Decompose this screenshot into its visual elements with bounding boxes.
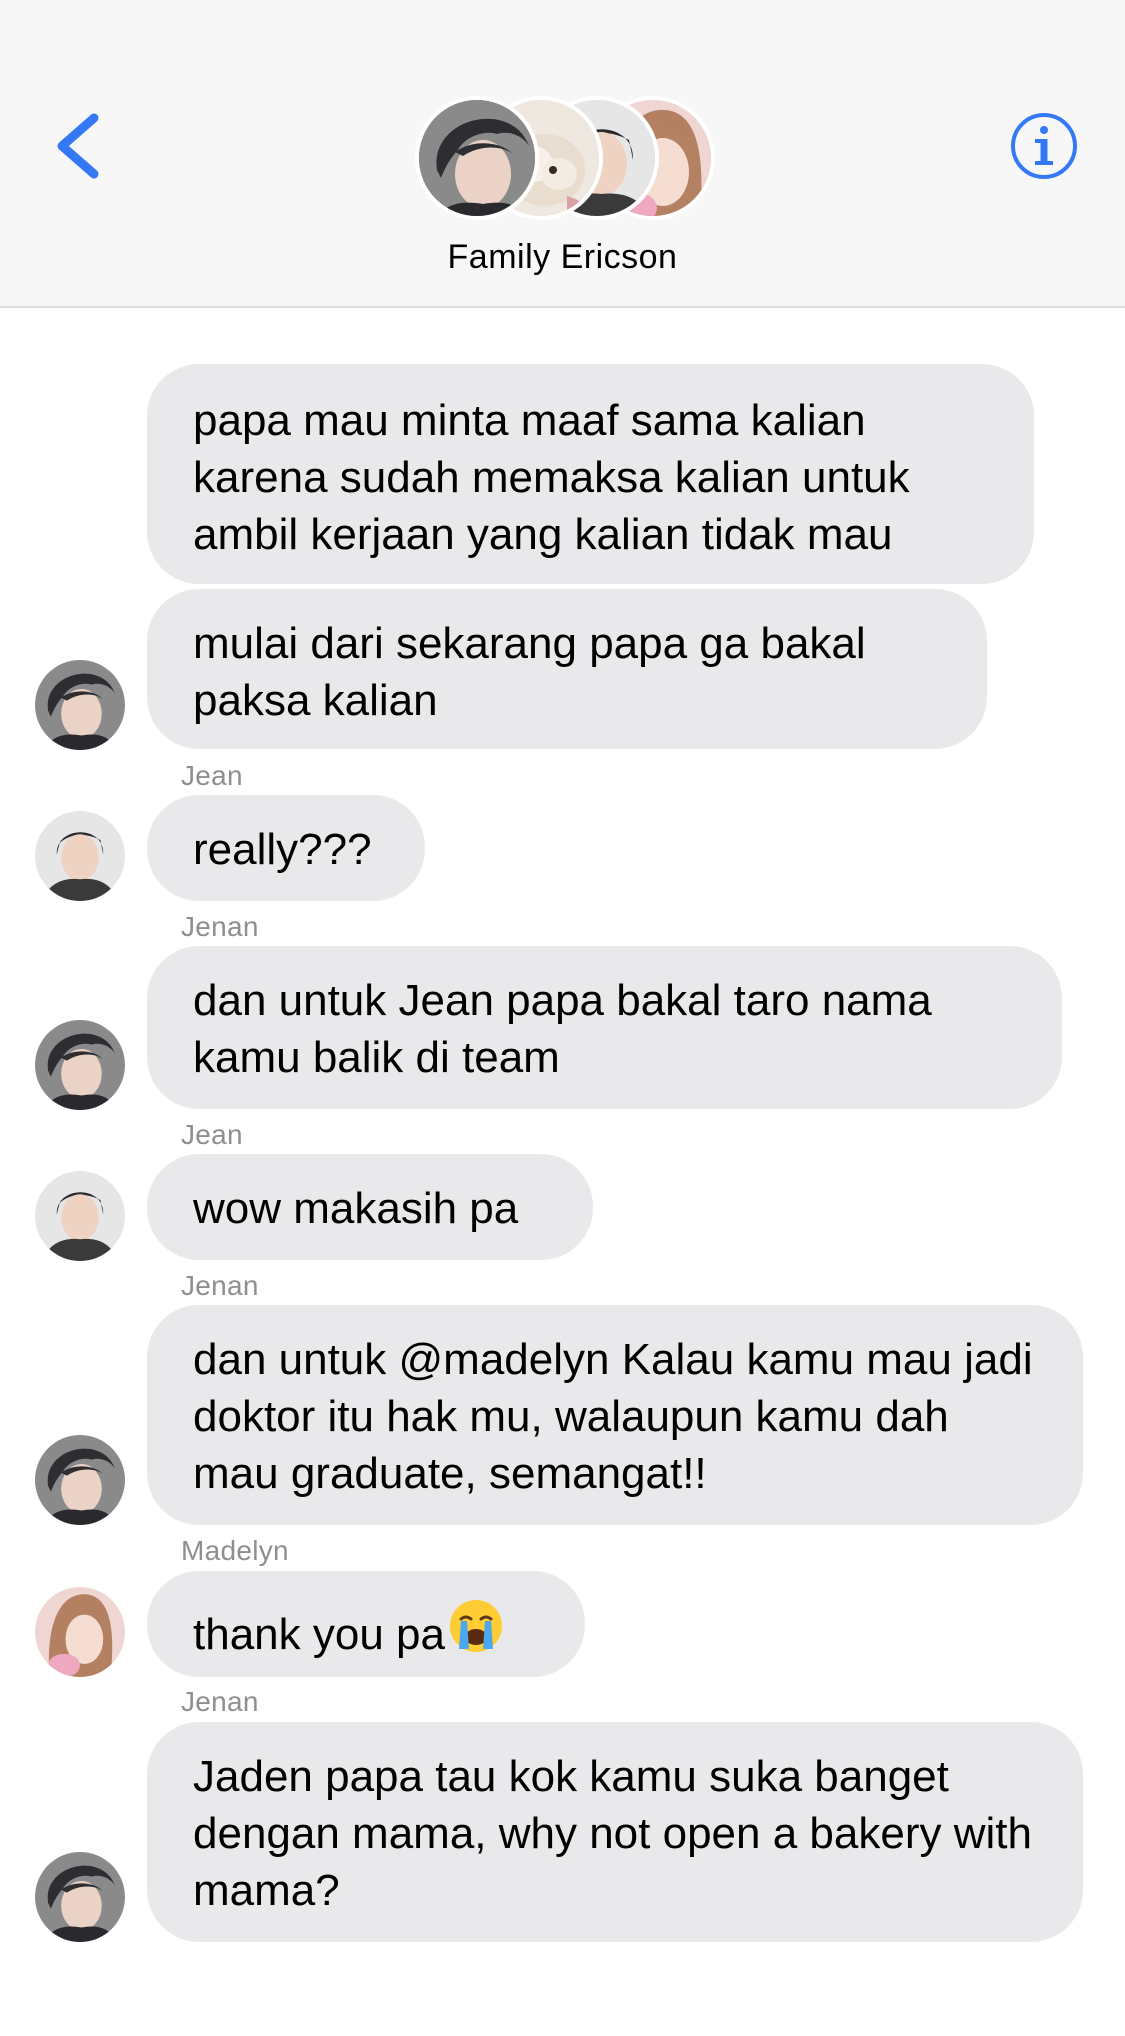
sender-label: Jenan — [181, 1270, 259, 1301]
member-avatar-papa — [415, 96, 539, 220]
back-button[interactable] — [44, 106, 114, 186]
message-bubble[interactable]: wow makasih pa — [147, 1154, 593, 1260]
info-circle-icon — [1011, 113, 1077, 179]
info-button[interactable] — [1008, 110, 1080, 182]
loudly-crying-face-emoji — [447, 1597, 505, 1655]
message-text: thank you pa — [193, 1610, 445, 1659]
avatar-papa[interactable] — [35, 1852, 125, 1942]
message-bubble[interactable]: dan untuk Jean papa bakal taro nama kamu… — [147, 946, 1062, 1109]
avatar-jean[interactable] — [35, 811, 125, 901]
group-title[interactable]: Family Ericson — [0, 238, 1125, 277]
message-bubble[interactable]: thank you pa — [147, 1571, 585, 1677]
group-avatar-stack[interactable] — [415, 96, 715, 226]
avatar-papa[interactable] — [35, 1020, 125, 1110]
sender-label: Jean — [181, 1119, 243, 1150]
chevron-left-icon — [57, 113, 99, 179]
sender-label: Jean — [181, 760, 243, 791]
message-bubble[interactable]: mulai dari sekarang papa ga bakal paksa … — [147, 589, 987, 749]
conversation-header: Family Ericson — [0, 0, 1125, 308]
avatar-papa[interactable] — [35, 660, 125, 750]
sender-label: Jenan — [181, 1686, 259, 1717]
avatar-papa[interactable] — [35, 1435, 125, 1525]
message-bubble[interactable]: dan untuk @madelyn Kalau kamu mau jadi d… — [147, 1305, 1083, 1525]
avatar-jean[interactable] — [35, 1171, 125, 1261]
sender-label: Madelyn — [181, 1535, 289, 1566]
message-bubble[interactable]: really??? — [147, 795, 425, 901]
sender-label: Jenan — [181, 911, 259, 942]
avatar-madelyn[interactable] — [35, 1587, 125, 1677]
message-bubble[interactable]: papa mau minta maaf sama kalian karena s… — [147, 364, 1034, 584]
message-bubble[interactable]: Jaden papa tau kok kamu suka banget deng… — [147, 1722, 1083, 1942]
